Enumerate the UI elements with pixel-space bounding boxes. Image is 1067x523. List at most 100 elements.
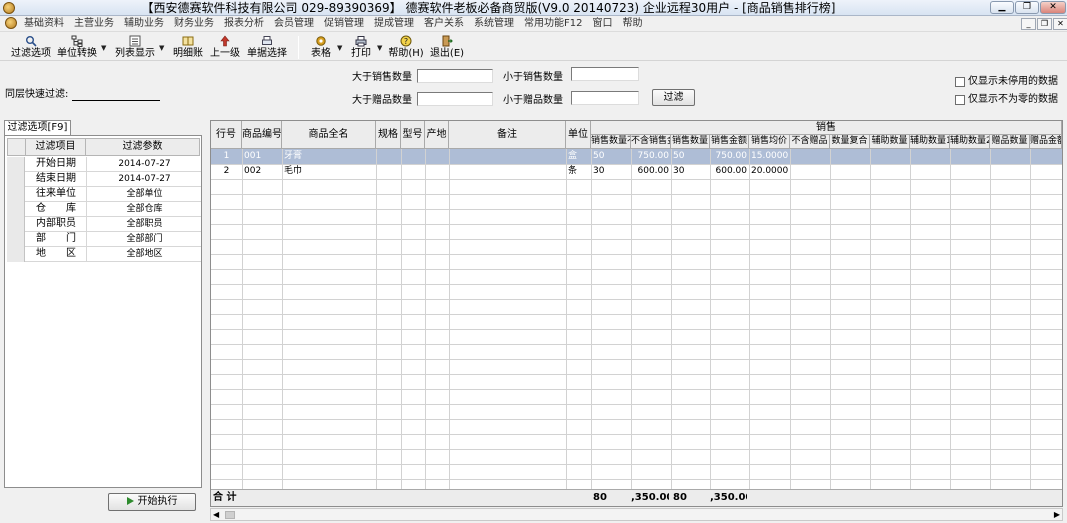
show-enabled-checkbox[interactable]	[955, 77, 965, 87]
header-aux-qty[interactable]: 辅助数量	[870, 135, 910, 149]
cell-qty[interactable]: 30	[593, 164, 629, 178]
table-button[interactable]: 表格	[308, 35, 334, 60]
show-nonzero-checkbox[interactable]	[955, 95, 965, 105]
header-row-no[interactable]: 行号	[211, 121, 242, 149]
header-name[interactable]: 商品全名	[282, 121, 376, 149]
lt-sales-qty-input[interactable]	[571, 67, 639, 81]
detail-ledger-button[interactable]: 明细账	[172, 35, 204, 60]
filter-row-value[interactable]: 2014-07-27	[88, 157, 201, 172]
cell-unit[interactable]: 条	[568, 164, 589, 178]
header-amt[interactable]: 销售金额	[710, 135, 749, 149]
print-button[interactable]: 打印	[348, 35, 374, 60]
header-qty[interactable]: 销售数量	[671, 135, 710, 149]
scroll-right-icon[interactable]: ▶	[1054, 510, 1060, 519]
header-unit[interactable]: 单位	[566, 121, 591, 149]
scroll-left-icon[interactable]: ◀	[213, 510, 219, 519]
gt-gift-qty-input[interactable]	[417, 92, 493, 106]
cell-no[interactable]: 1	[213, 149, 240, 163]
header-qty-composite[interactable]: 数量复合	[830, 135, 870, 149]
help-button[interactable]: ? 帮助(H)	[388, 35, 424, 60]
cell-avg[interactable]: 20.0000	[751, 164, 788, 178]
cell-name[interactable]: 毛巾	[284, 164, 374, 178]
menu-basic-data[interactable]: 基础资料	[20, 18, 68, 30]
list-display-button[interactable]: 列表显示	[114, 35, 156, 60]
menu-crm[interactable]: 客户关系	[420, 18, 468, 30]
minimize-button[interactable]: ▁	[990, 1, 1014, 14]
tab-filter-options[interactable]: 过滤选项[F9]	[4, 120, 71, 135]
header-code[interactable]: 商品编号	[242, 121, 282, 149]
close-button[interactable]: ✕	[1040, 1, 1066, 14]
header-model[interactable]: 型号	[401, 121, 425, 149]
filter-options-button[interactable]: 过滤选项	[10, 35, 52, 60]
menu-system[interactable]: 系统管理	[470, 18, 518, 30]
filter-row[interactable]: 仓 库全部仓库	[7, 202, 201, 217]
header-avg[interactable]: 销售均价	[749, 135, 790, 149]
cell-amt2[interactable]: 750.00	[712, 149, 748, 163]
menu-common-functions[interactable]: 常用功能F12	[520, 18, 586, 30]
doc-select-button[interactable]: 单据选择	[246, 35, 288, 60]
filter-row[interactable]: 部 门全部部门	[7, 232, 201, 247]
header-aux-qty-2[interactable]: 辅助数量2	[950, 135, 990, 149]
cell-unit[interactable]: 盒	[568, 149, 589, 163]
menu-aux-business[interactable]: 辅助业务	[120, 18, 168, 30]
cell-name[interactable]: 牙膏	[284, 149, 374, 163]
filter-row[interactable]: 往来单位 全部单位	[7, 187, 201, 202]
up-level-button[interactable]: 上一级	[209, 35, 241, 60]
maximize-button[interactable]: ❐	[1015, 1, 1039, 14]
menu-members[interactable]: 会员管理	[270, 18, 318, 30]
cell-no[interactable]: 2	[213, 164, 240, 178]
filter-row-value[interactable]: 全部单位	[88, 187, 201, 202]
menu-app-icon[interactable]	[5, 17, 17, 29]
menu-reports[interactable]: 报表分析	[220, 18, 268, 30]
cell-amt[interactable]: 600.00	[633, 164, 670, 178]
filter-row[interactable]: 结束日期 2014-07-27	[7, 172, 201, 187]
cell-qty2[interactable]: 30	[673, 164, 708, 178]
filter-row[interactable]: 内部职员 全部职员	[7, 217, 201, 232]
filter-row[interactable]: 地 区全部地区	[7, 247, 201, 262]
menu-window[interactable]: 窗口	[588, 18, 616, 30]
cell-code[interactable]: 001	[244, 149, 280, 163]
mdi-close-button[interactable]: ✕	[1053, 18, 1067, 30]
filter-row[interactable]: 开始日期 2014-07-27	[7, 157, 201, 172]
lt-gift-qty-input[interactable]	[571, 91, 639, 105]
cell-qty[interactable]: 50	[593, 149, 629, 163]
print-dropdown-icon[interactable]: ▼	[377, 44, 382, 52]
filter-row-value[interactable]: 全部职员	[88, 217, 201, 232]
menu-finance[interactable]: 财务业务	[170, 18, 218, 30]
menu-commission[interactable]: 提成管理	[370, 18, 418, 30]
header-gift-qty[interactable]: 赠品数量	[990, 135, 1030, 149]
execute-button[interactable]: 开始执行	[108, 493, 196, 511]
filter-row-value[interactable]: 全部地区	[88, 247, 201, 262]
header-gift-amt[interactable]: 赠品金额	[1030, 135, 1062, 149]
filter-row-value[interactable]: 全部部门	[88, 232, 201, 247]
scroll-thumb[interactable]	[225, 511, 235, 519]
quick-filter-input[interactable]	[72, 100, 160, 101]
cell-amt[interactable]: 750.00	[633, 149, 670, 163]
filter-row-value[interactable]: 全部仓库	[88, 202, 201, 217]
cell-code[interactable]: 002	[244, 164, 280, 178]
horizontal-scrollbar[interactable]: ◀ ▶	[210, 508, 1063, 521]
cell-amt2[interactable]: 600.00	[712, 164, 748, 178]
table-dropdown-icon[interactable]: ▼	[337, 44, 342, 52]
header-excl-gift[interactable]: 不含赠品	[790, 135, 830, 149]
header-remark[interactable]: 备注	[449, 121, 566, 149]
mdi-restore-button[interactable]: ❐	[1037, 18, 1052, 30]
header-origin[interactable]: 产地	[425, 121, 449, 149]
header-aux-qty-1[interactable]: 辅助数量1	[910, 135, 950, 149]
unit-convert-dropdown-icon[interactable]: ▼	[101, 44, 106, 52]
menu-help[interactable]: 帮助	[618, 18, 646, 30]
cell-qty2[interactable]: 50	[673, 149, 708, 163]
header-spec[interactable]: 规格	[376, 121, 401, 149]
menu-promotion[interactable]: 促销管理	[320, 18, 368, 30]
filter-row-value[interactable]: 2014-07-27	[88, 172, 201, 187]
filter-button[interactable]: 过滤	[652, 89, 695, 106]
cell-avg[interactable]: 15.0000	[751, 149, 788, 163]
exit-button[interactable]: 退出(E)	[429, 35, 465, 60]
unit-convert-button[interactable]: 单位转换	[56, 35, 98, 60]
header-qty-excl[interactable]: 销售数量不含	[591, 135, 631, 149]
mdi-minimize-button[interactable]: _	[1021, 18, 1036, 30]
header-amt-excl[interactable]: 不含销售金额	[631, 135, 671, 149]
menu-main-business[interactable]: 主营业务	[70, 18, 118, 30]
gt-sales-qty-input[interactable]	[417, 69, 493, 83]
list-display-dropdown-icon[interactable]: ▼	[159, 44, 164, 52]
